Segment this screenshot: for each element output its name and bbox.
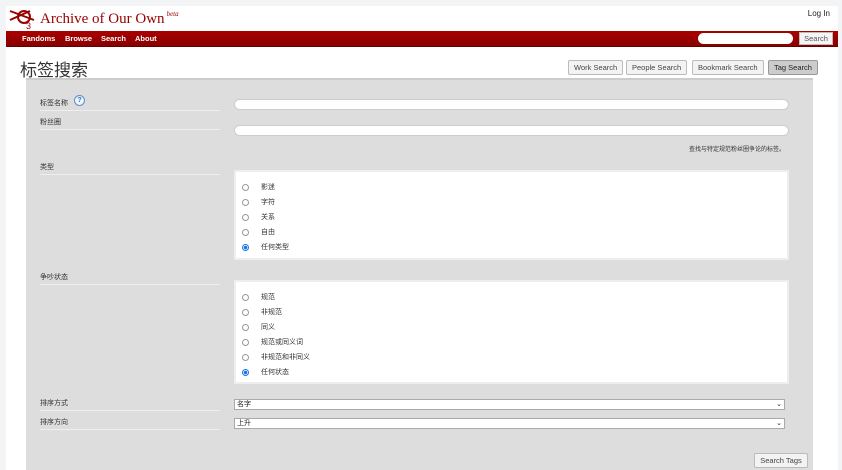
option-label: 影迷	[261, 184, 275, 191]
sort-direction-label: 排序方向	[40, 417, 220, 430]
radio-selected[interactable]	[242, 243, 249, 251]
option-label: 同义	[261, 324, 275, 331]
status-label: 争吵状态	[40, 272, 220, 285]
site-search-input[interactable]	[698, 33, 793, 44]
tab-work-search[interactable]: Work Search	[568, 60, 624, 75]
option-label: 任何类型	[261, 244, 289, 251]
beta-label: beta	[166, 10, 179, 18]
status-option-noncanonical-nonsynonym[interactable]: 非规范和非同义	[242, 352, 310, 362]
site-name: Archive of Our Own	[40, 10, 165, 27]
radio[interactable]	[242, 293, 249, 301]
nav-search[interactable]: Search	[101, 34, 126, 43]
option-label: 非规范	[261, 309, 282, 316]
sort-direction-select[interactable]: 上升 ⌄	[234, 418, 785, 429]
sort-direction-value: 上升	[237, 420, 251, 427]
login-link[interactable]: Log In	[808, 9, 830, 18]
sort-by-value: 名字	[237, 401, 251, 408]
status-option-noncanonical[interactable]: 非规范	[242, 307, 282, 317]
option-label: 非规范和非同义	[261, 354, 310, 361]
page: 3 Archive of Our Own beta Log In Fandoms…	[6, 6, 838, 470]
radio[interactable]	[242, 338, 249, 346]
option-label: 自由	[261, 229, 275, 236]
svg-text:3: 3	[26, 21, 31, 30]
tab-bookmark-search[interactable]: Bookmark Search	[692, 60, 764, 75]
type-option-fandom[interactable]: 影迷	[242, 182, 275, 192]
status-options: 规范 非规范 同义 规范或同义词 非规范和非同义 任何状态	[234, 280, 789, 384]
sort-by-select[interactable]: 名字 ⌄	[234, 399, 785, 410]
nav-browse[interactable]: Browse	[65, 34, 92, 43]
nav-fandoms[interactable]: Fandoms	[22, 34, 55, 43]
option-label: 任何状态	[261, 369, 289, 376]
site-logo[interactable]: 3 Archive of Our Own beta	[8, 8, 179, 30]
tag-name-input[interactable]	[234, 99, 789, 110]
status-option-canonical-or-synonym[interactable]: 规范或同义词	[242, 337, 303, 347]
ao3-logo-icon: 3	[9, 10, 35, 30]
radio[interactable]	[242, 353, 249, 361]
sort-by-label: 排序方式	[40, 398, 220, 411]
tab-people-search[interactable]: People Search	[626, 60, 688, 75]
status-option-any[interactable]: 任何状态	[242, 367, 289, 377]
tab-tag-search[interactable]: Tag Search	[768, 60, 818, 75]
option-label: 字符	[261, 199, 275, 206]
chevron-down-icon: ⌄	[776, 420, 782, 427]
radio[interactable]	[242, 213, 249, 221]
site-search-button[interactable]: Search	[799, 32, 833, 45]
help-icon[interactable]: ?	[74, 95, 85, 106]
radio-selected[interactable]	[242, 368, 249, 376]
radio[interactable]	[242, 198, 249, 206]
chevron-down-icon: ⌄	[776, 401, 782, 408]
fandom-hint: 查找与特定规范粉丝圈争论的标签。	[688, 147, 785, 153]
fandom-label: 粉丝圈	[40, 117, 220, 130]
status-option-synonym[interactable]: 同义	[242, 322, 275, 332]
radio[interactable]	[242, 228, 249, 236]
type-option-freeform[interactable]: 自由	[242, 227, 275, 237]
type-option-relationship[interactable]: 关系	[242, 212, 275, 222]
radio[interactable]	[242, 323, 249, 331]
type-label: 类型	[40, 162, 220, 175]
search-tags-button[interactable]: Search Tags	[754, 453, 808, 468]
radio[interactable]	[242, 308, 249, 316]
option-label: 规范或同义词	[261, 339, 303, 346]
fandom-input[interactable]	[234, 125, 789, 136]
option-label: 关系	[261, 214, 275, 221]
tag-search-form: 标签名称 ? 粉丝圈 查找与特定规范粉丝圈争论的标签。 类型 影迷 字符 关系 …	[26, 78, 813, 470]
tag-name-label: 标签名称	[40, 98, 220, 111]
option-label: 规范	[261, 294, 275, 301]
status-option-canonical[interactable]: 规范	[242, 292, 275, 302]
main-nav: Fandoms Browse Search About Search	[6, 31, 838, 47]
type-option-character[interactable]: 字符	[242, 197, 275, 207]
type-options: 影迷 字符 关系 自由 任何类型	[234, 170, 789, 260]
nav-about[interactable]: About	[135, 34, 157, 43]
radio[interactable]	[242, 183, 249, 191]
type-option-any[interactable]: 任何类型	[242, 242, 289, 252]
